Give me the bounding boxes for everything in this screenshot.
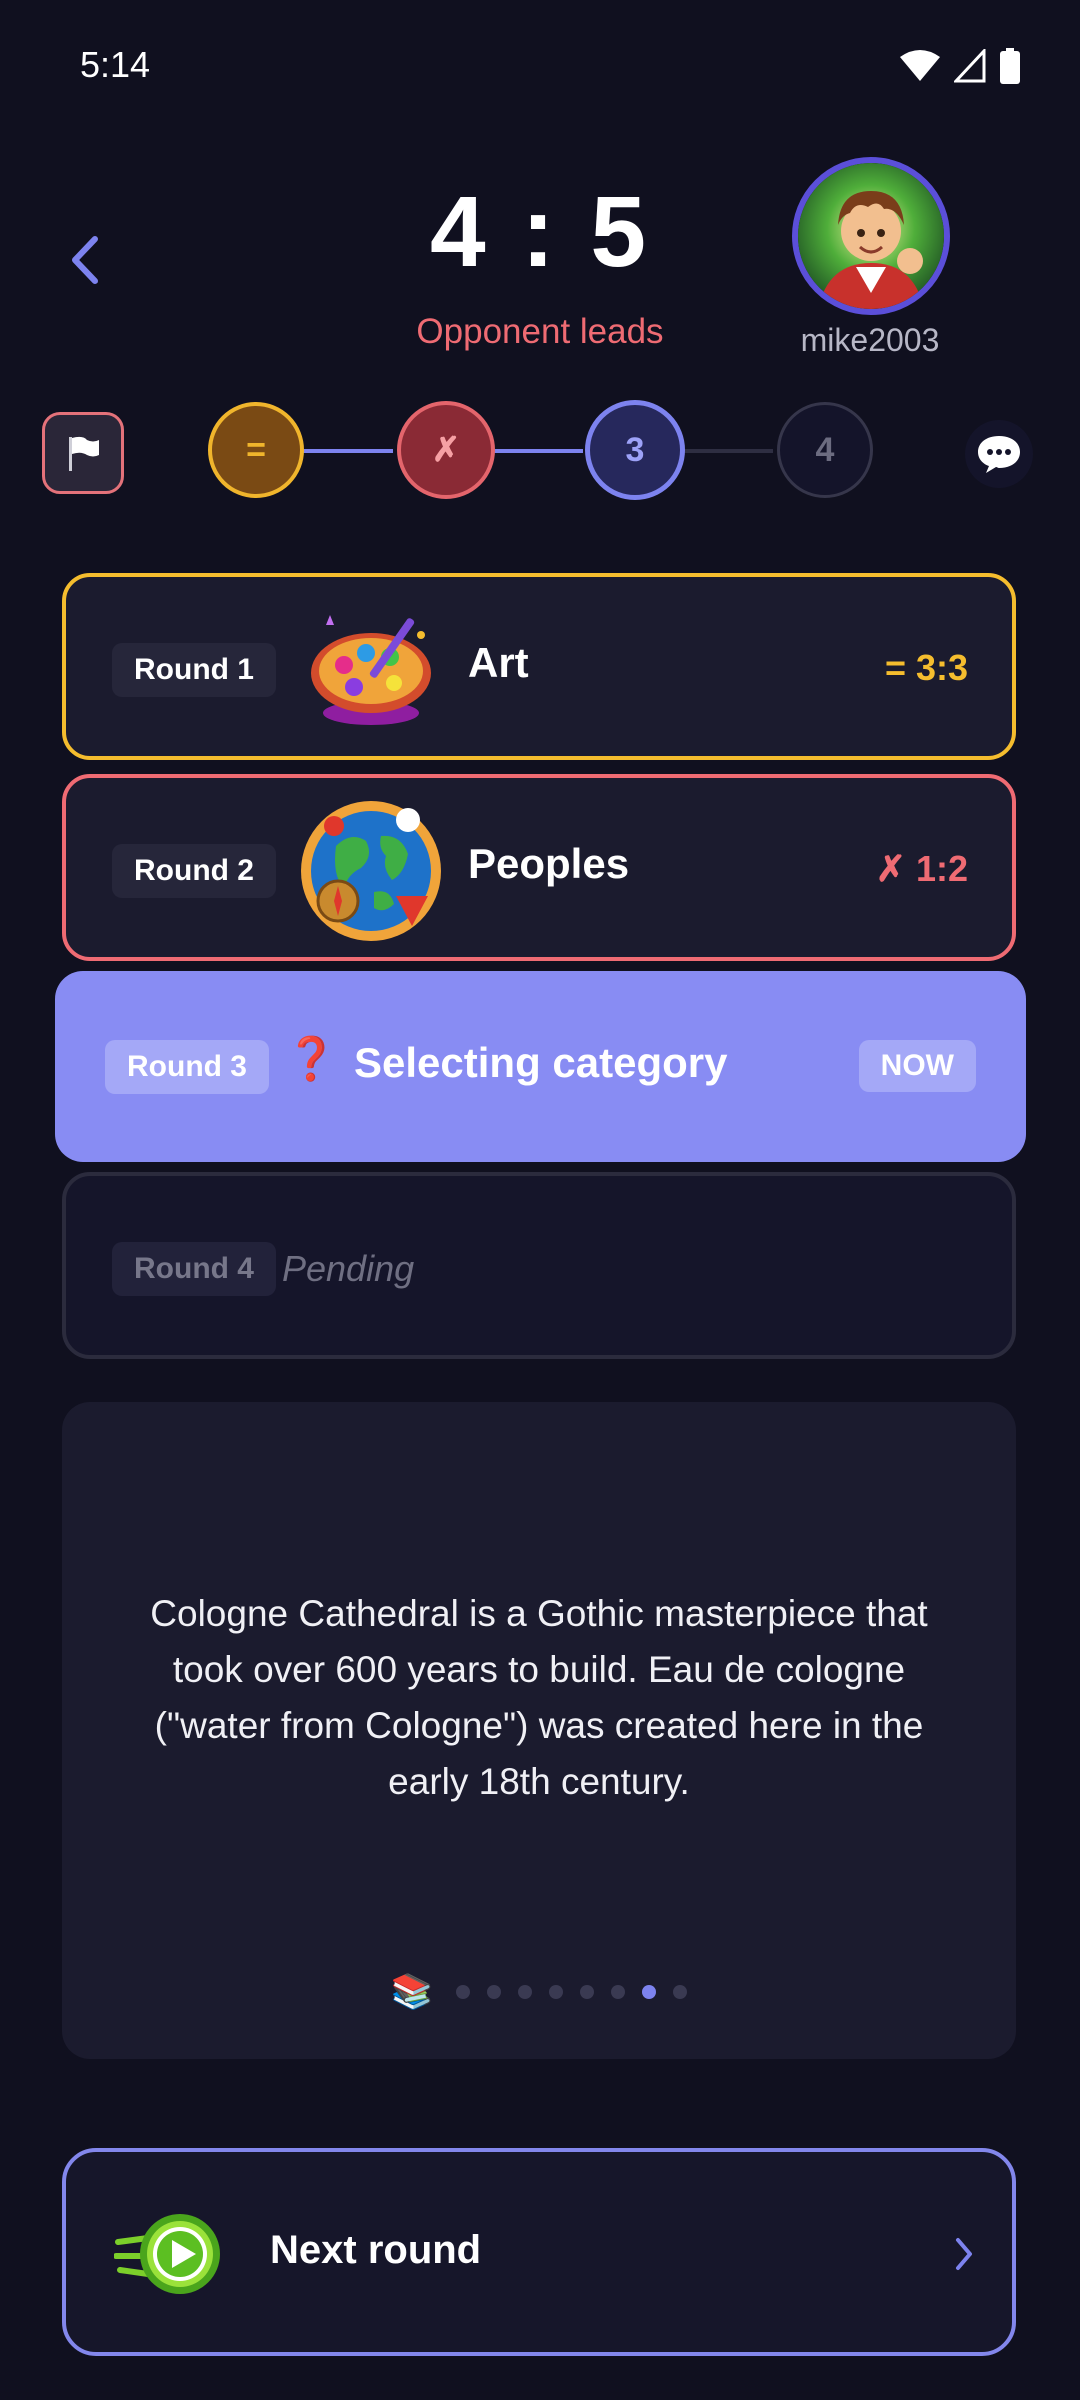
round-status: Pending <box>282 1248 415 1289</box>
round-tag: Round 3 <box>105 1040 269 1094</box>
books-icon: 📚 <box>390 1973 434 2011</box>
round-card-3[interactable]: Round 3 ❓ Selecting category NOW <box>55 971 1026 1162</box>
fact-pagination: 📚 <box>62 1972 1016 2012</box>
back-button[interactable] <box>60 225 110 295</box>
art-palette-icon <box>311 615 431 725</box>
chevron-right-icon <box>956 2238 972 2270</box>
score: 4 : 5 <box>429 176 651 288</box>
avatar-image <box>798 163 944 309</box>
round-status: Selecting category <box>354 1039 728 1086</box>
chevron-left-icon <box>72 236 98 284</box>
fact-text: Cologne Cathedral is a Gothic masterpiec… <box>150 1593 928 1802</box>
progress-connector <box>683 449 773 453</box>
surrender-button[interactable] <box>42 412 124 494</box>
category-name: Peoples <box>468 840 630 887</box>
progress-connector <box>493 449 583 453</box>
opponent-username: mike2003 <box>800 322 940 358</box>
round-tag: Round 4 <box>112 1242 276 1296</box>
opponent-avatar[interactable] <box>792 157 950 315</box>
status-time: 5:14 <box>80 44 151 85</box>
round-node-1: = <box>208 402 304 498</box>
pagination-dot[interactable] <box>642 1985 657 1999</box>
round-node-2: ✗ <box>397 401 495 499</box>
pagination-dot[interactable] <box>611 1985 626 1999</box>
lead-status: Opponent leads <box>416 312 664 351</box>
round-card-4: Round 4 Pending <box>62 1172 1016 1359</box>
signal-icon <box>954 49 986 83</box>
next-round-button[interactable]: Next round <box>62 2148 1016 2356</box>
status-icons <box>900 48 1020 84</box>
round-card-1[interactable]: Round 1 Art = 3:3 <box>62 573 1016 760</box>
now-badge: NOW <box>858 1040 976 1092</box>
globe-icon <box>301 801 441 941</box>
fact-card[interactable]: Cologne Cathedral is a Gothic masterpiec… <box>62 1402 1016 2059</box>
pagination-dot[interactable] <box>549 1985 564 1999</box>
round-tag: Round 1 <box>112 643 276 697</box>
next-round-label: Next round <box>270 2228 482 2272</box>
play-icon <box>114 2214 220 2294</box>
progress-connector <box>303 449 393 453</box>
question-icon: ❓ <box>285 1035 338 1082</box>
pagination-dot[interactable] <box>487 1985 502 1999</box>
pagination-dot[interactable] <box>580 1985 595 1999</box>
chat-button[interactable] <box>965 420 1033 488</box>
pagination-dot[interactable] <box>673 1985 688 1999</box>
pagination-dot[interactable] <box>456 1985 471 1999</box>
wifi-icon <box>900 50 940 81</box>
chat-icon <box>978 436 1020 473</box>
round-result: ✗ 1:2 <box>875 848 968 889</box>
round-card-2[interactable]: Round 2 Peoples ✗ 1:2 <box>62 774 1016 961</box>
round-result: = 3:3 <box>884 647 968 688</box>
round-node-4: 4 <box>777 402 873 498</box>
pagination-dot[interactable] <box>518 1985 533 1999</box>
battery-icon <box>1000 48 1020 84</box>
round-tag: Round 2 <box>112 844 276 898</box>
flag-icon <box>69 436 99 471</box>
category-name: Art <box>468 639 529 686</box>
round-node-3: 3 <box>585 400 685 500</box>
